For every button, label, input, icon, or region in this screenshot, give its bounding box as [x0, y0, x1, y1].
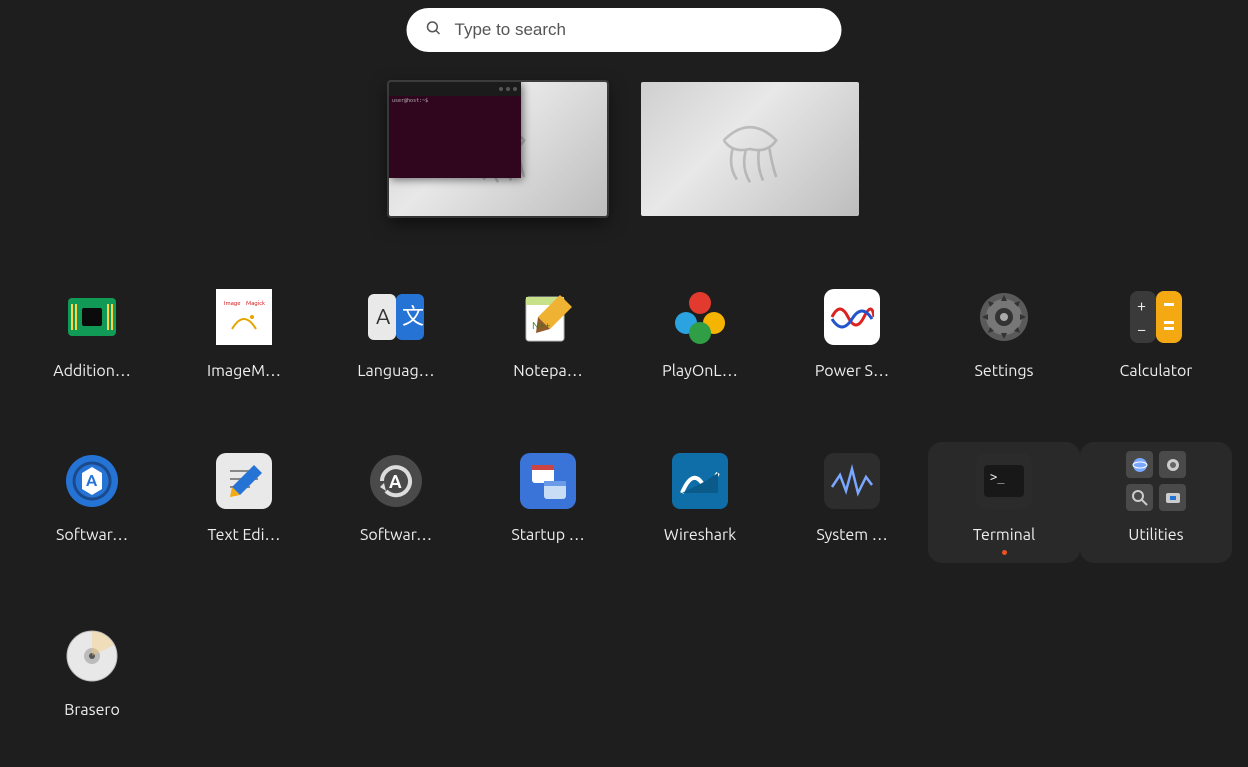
startup-apps-icon — [517, 450, 579, 512]
app-additional-drivers[interactable]: Addition… — [16, 278, 168, 388]
app-label: Utilities — [1128, 526, 1183, 544]
workspace-2[interactable] — [641, 82, 859, 216]
brasero-disc-icon — [61, 625, 123, 687]
app-grid: Addition… ImageMagick ImageM… A文 Languag… — [16, 278, 1232, 727]
svg-text:+: + — [1137, 297, 1146, 315]
svg-text:文: 文 — [402, 304, 424, 329]
app-label: Wireshark — [664, 526, 736, 544]
search-bar[interactable] — [407, 8, 842, 52]
svg-text:A: A — [389, 472, 402, 492]
power-stats-icon — [821, 286, 883, 348]
app-terminal[interactable]: >_ Terminal — [928, 442, 1080, 563]
imagemagick-icon: Image Magick — [213, 286, 275, 348]
svg-text:>_: >_ — [990, 470, 1005, 484]
app-label: Addition… — [53, 362, 131, 380]
text-editor-icon — [213, 450, 275, 512]
app-brasero[interactable]: Brasero — [16, 617, 168, 727]
search-icon — [425, 19, 443, 41]
svg-text:A: A — [86, 472, 98, 490]
search-input[interactable] — [455, 20, 824, 40]
svg-text:Magick: Magick — [246, 300, 265, 307]
app-label: Calculator — [1120, 362, 1193, 380]
app-playonlinux[interactable]: PlayOnL… — [624, 278, 776, 388]
app-label: Brasero — [64, 701, 120, 719]
software-sources-icon: A — [61, 450, 123, 512]
app-label: Languag… — [357, 362, 434, 380]
svg-text:A: A — [376, 304, 391, 329]
utilities-folder-icon — [1125, 450, 1187, 512]
app-calculator[interactable]: +− Calculator — [1080, 278, 1232, 388]
software-updater-icon: A — [365, 450, 427, 512]
running-indicator-icon — [1002, 550, 1007, 555]
app-label: Softwar… — [360, 526, 432, 544]
app-software-and-updates[interactable]: A Softwar… — [16, 442, 168, 563]
language-icon: A文 — [365, 286, 427, 348]
notepad-icon: N++ — [517, 286, 579, 348]
app-label: Settings — [975, 362, 1034, 380]
app-software-updater[interactable]: A Softwar… — [320, 442, 472, 563]
app-folder-utilities[interactable]: Utilities — [1080, 442, 1232, 563]
app-label: Text Edi… — [207, 526, 280, 544]
workspace-switcher: user@host:~$ — [389, 82, 859, 216]
app-notepad-plus-plus[interactable]: N++ Notepa… — [472, 278, 624, 388]
app-label: Notepa… — [513, 362, 582, 380]
playonlinux-icon — [669, 286, 731, 348]
app-label: Terminal — [973, 526, 1035, 544]
app-power-statistics[interactable]: Power S… — [776, 278, 928, 388]
app-label: ImageM… — [207, 362, 281, 380]
app-system-monitor[interactable]: System … — [776, 442, 928, 563]
app-text-editor[interactable]: Text Edi… — [168, 442, 320, 563]
app-label: PlayOnL… — [662, 362, 738, 380]
chip-icon — [61, 286, 123, 348]
app-startup-applications[interactable]: Startup … — [472, 442, 624, 563]
calculator-icon: +− — [1125, 286, 1187, 348]
app-settings[interactable]: Settings — [928, 278, 1080, 388]
app-label: Startup … — [511, 526, 584, 544]
app-language-support[interactable]: A文 Languag… — [320, 278, 472, 388]
wireshark-icon — [669, 450, 731, 512]
app-wireshark[interactable]: Wireshark — [624, 442, 776, 563]
svg-text:−: − — [1137, 321, 1146, 339]
wallpaper-jellyfish-icon — [641, 82, 859, 216]
svg-text:Image: Image — [224, 300, 241, 307]
gear-icon — [973, 286, 1035, 348]
system-monitor-icon — [821, 450, 883, 512]
workspace-1[interactable]: user@host:~$ — [389, 82, 607, 216]
app-label: System … — [816, 526, 887, 544]
svg-text:N++: N++ — [532, 320, 551, 331]
workspace-terminal-window: user@host:~$ — [389, 82, 521, 178]
app-label: Power S… — [815, 362, 889, 380]
search-container — [407, 8, 842, 52]
terminal-icon: >_ — [973, 450, 1035, 512]
app-imagemagick[interactable]: Image Magick ImageM… — [168, 278, 320, 388]
app-label: Softwar… — [56, 526, 128, 544]
